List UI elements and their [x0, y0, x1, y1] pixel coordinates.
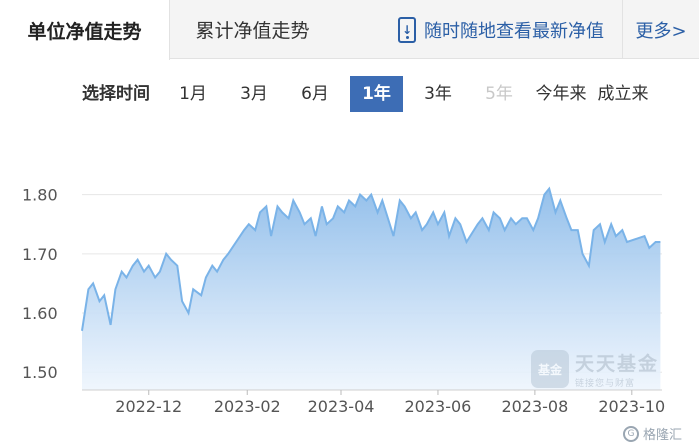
- y-tick-label: 1.80: [22, 186, 58, 205]
- period-ytd[interactable]: 今年来: [530, 76, 592, 112]
- mobile-promo-link[interactable]: ↓ 随时随地查看最新净值: [398, 0, 604, 59]
- period-label: 选择时间: [82, 84, 150, 104]
- tab-bar: 单位净值走势 累计净值走势 ↓ 随时随地查看最新净值 更多>: [0, 0, 699, 60]
- badge-logo-icon: G: [623, 425, 639, 442]
- x-tick-label: 2023-02: [214, 397, 281, 416]
- y-tick-label: 1.50: [22, 363, 58, 382]
- y-axis: 1.50 1.60 1.70 1.80: [22, 186, 58, 383]
- watermark-title: 天天基金: [575, 353, 660, 375]
- mobile-promo-label: 随时随地查看最新净值: [424, 20, 604, 42]
- x-tick-label: 2023-08: [501, 397, 568, 416]
- y-tick-label: 1.70: [22, 245, 58, 264]
- period-1y[interactable]: 1年: [350, 76, 403, 112]
- corner-badge-text: 格隆汇: [643, 428, 683, 443]
- corner-badge: G 格隆汇: [623, 424, 682, 443]
- period-1m[interactable]: 1月: [168, 76, 218, 112]
- period-5y: 5年: [485, 84, 513, 104]
- period-3m[interactable]: 3月: [229, 76, 279, 112]
- x-tick-label: 2023-06: [405, 397, 472, 416]
- x-tick-label: 2022-12: [115, 397, 182, 416]
- nav-trend-chart: 1.501.601.701.80 2022-12 2023-02 2023-04 20…: [22, 186, 665, 416]
- more-link[interactable]: 更多>: [623, 0, 699, 59]
- period-3y[interactable]: 3年: [413, 76, 463, 112]
- period-selector: 选择时间 1月 3月 6月 1年 3年 5年 今年来 成立来: [0, 76, 699, 112]
- tab-total-nav-trend[interactable]: 累计净值走势: [170, 0, 335, 59]
- x-tick-label: 2023-04: [308, 397, 375, 416]
- tab-unit-nav-trend[interactable]: 单位净值走势: [0, 0, 170, 60]
- phone-download-icon: ↓: [398, 16, 416, 43]
- x-axis: 2022-12 2023-02 2023-04 2023-06 2023-08 2023-…: [82, 389, 665, 416]
- y-tick-label: 1.60: [22, 304, 58, 323]
- fund-logo-icon: 基金: [531, 350, 569, 388]
- period-since-inception[interactable]: 成立来: [592, 76, 654, 112]
- watermark-subtitle: 链接您与财富: [575, 379, 636, 389]
- x-tick-label: 2023-10: [598, 397, 665, 416]
- watermark: 基金 天天基金 链接您与财富: [531, 349, 659, 389]
- period-6m[interactable]: 6月: [290, 76, 340, 112]
